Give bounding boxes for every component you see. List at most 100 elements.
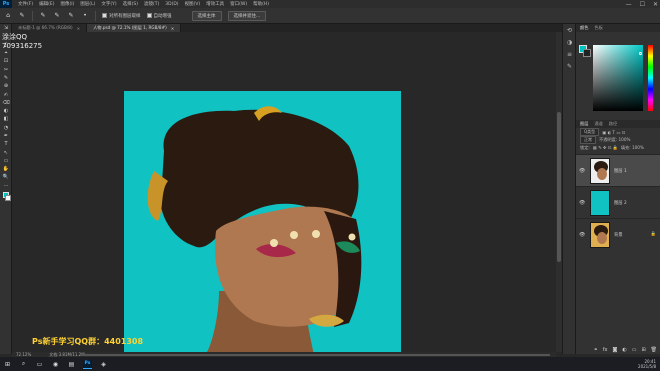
menu-help[interactable]: 帮助(H) bbox=[253, 1, 269, 7]
photoshop-taskbar-icon[interactable]: Ps bbox=[83, 359, 92, 369]
opacity-field[interactable]: 不透明度: 100% bbox=[599, 137, 630, 143]
menu-layer[interactable]: 图层(L) bbox=[80, 1, 95, 7]
brush-size-icon[interactable]: • bbox=[81, 12, 89, 20]
windows-start-icon[interactable]: ⊞ bbox=[3, 360, 12, 369]
menu-filter[interactable]: 滤镜(T) bbox=[144, 1, 159, 7]
menu-view[interactable]: 视图(V) bbox=[185, 1, 201, 7]
enhance-edge-label: 自动增强 bbox=[153, 13, 172, 19]
blend-mode-select[interactable]: 正常 bbox=[580, 136, 596, 144]
eye-icon[interactable]: 👁 bbox=[579, 232, 586, 238]
picker-cursor[interactable] bbox=[639, 52, 642, 55]
sample-all-layers-checkbox[interactable]: 对所有图层取样 bbox=[102, 13, 141, 19]
scroll-thumb[interactable] bbox=[557, 112, 561, 262]
layer-thumb-portrait bbox=[591, 158, 609, 183]
layers-panel-tabs: 图层 通道 路径 bbox=[576, 120, 660, 128]
background-color-swatch[interactable] bbox=[583, 49, 591, 57]
tab-portrait[interactable]: 人物.psd @ 72.1% (图层 1, RGB/8#) × bbox=[87, 24, 182, 32]
add-selection-icon[interactable]: ✎ bbox=[53, 12, 61, 20]
layer-filter-dropdown[interactable]: Q类型 bbox=[580, 128, 600, 136]
eye-icon[interactable]: 👁 bbox=[579, 168, 586, 174]
dodge-tool-icon[interactable]: ◔ bbox=[0, 124, 12, 132]
more-tools-icon[interactable]: ··· bbox=[0, 182, 12, 190]
lock-label: 锁定: bbox=[580, 145, 590, 150]
maximize-button[interactable]: ☐ bbox=[640, 1, 645, 8]
layer-row[interactable]: 👁 图层 1 bbox=[576, 154, 660, 186]
lock-icons[interactable]: ▦ ✎ ✥ ⊡ 🔒 bbox=[593, 145, 618, 151]
eraser-tool-icon[interactable]: ⌫ bbox=[0, 99, 12, 107]
brush-tool-icon[interactable]: ✍ bbox=[0, 90, 12, 98]
hue-slider[interactable] bbox=[648, 45, 653, 111]
browser-icon[interactable]: ◉ bbox=[51, 360, 60, 369]
app-icon[interactable]: ◈ bbox=[99, 360, 108, 369]
checkbox-box[interactable] bbox=[146, 13, 152, 18]
adjustment-layer-icon[interactable]: ◐ bbox=[622, 347, 626, 353]
menu-3d[interactable]: 3D(D) bbox=[165, 2, 178, 7]
fg-bg-colors[interactable] bbox=[579, 45, 591, 57]
gradient-tool-icon[interactable]: ◐ bbox=[0, 107, 12, 115]
filter-icons[interactable]: ▣ ◐ T ▭ ⊡ bbox=[602, 130, 625, 135]
zoom-tool-icon[interactable]: 🔍 bbox=[0, 173, 12, 181]
group-icon[interactable]: ▭ bbox=[632, 347, 637, 353]
close-icon[interactable]: × bbox=[77, 26, 81, 31]
hand-tool-icon[interactable]: ✋ bbox=[0, 165, 12, 173]
task-view-icon[interactable]: ▭ bbox=[35, 360, 44, 369]
new-layer-icon[interactable]: ⊞ bbox=[641, 347, 645, 353]
document-canvas[interactable] bbox=[124, 91, 401, 355]
quick-select-tool-icon[interactable]: ⌖ bbox=[0, 49, 12, 57]
layer-row[interactable]: 👁 图层 2 bbox=[576, 186, 660, 218]
horizontal-scrollbar[interactable] bbox=[80, 354, 550, 356]
eye-icon[interactable]: 👁 bbox=[579, 200, 586, 206]
type-tool-icon[interactable]: T bbox=[0, 140, 12, 148]
mask-icon[interactable]: ◙ bbox=[612, 347, 617, 353]
menu-type[interactable]: 文字(Y) bbox=[101, 1, 116, 7]
layer-filter-row: Q类型 ▣ ◐ T ▭ ⊡ bbox=[576, 128, 660, 136]
pen-tool-icon[interactable]: ✒ bbox=[0, 132, 12, 140]
layer-row[interactable]: 👁 背景 🔒 bbox=[576, 218, 660, 250]
select-mask-button[interactable]: 选择并遮住... bbox=[227, 10, 267, 21]
tab-untitled[interactable]: 未标题-1 @ 66.7% (RGB/8) × bbox=[12, 24, 88, 32]
link-icon[interactable]: ⚭ bbox=[594, 347, 598, 353]
clock-date[interactable]: 2021/5/8 bbox=[638, 364, 656, 369]
trash-icon[interactable]: 🗑 bbox=[651, 347, 657, 353]
watermark-number: 709316275 bbox=[2, 41, 43, 50]
layer-name[interactable]: 图层 2 bbox=[614, 200, 627, 206]
color-picker-field[interactable] bbox=[593, 45, 643, 111]
tab-layers[interactable]: 图层 bbox=[580, 121, 588, 127]
home-icon[interactable]: ⌂ bbox=[4, 12, 12, 20]
slice-tool-icon[interactable]: ✂ bbox=[0, 65, 12, 73]
menu-edit[interactable]: 编辑(E) bbox=[39, 1, 54, 7]
path-select-tool-icon[interactable]: ↖ bbox=[0, 148, 12, 156]
search-icon[interactable]: ⌕ bbox=[19, 360, 28, 369]
crop-tool-icon[interactable]: ⊡ bbox=[0, 57, 12, 65]
checkbox-box[interactable] bbox=[102, 13, 107, 18]
tab-swatches[interactable]: 色板 bbox=[594, 25, 602, 31]
new-selection-icon[interactable]: ✎ bbox=[39, 12, 47, 20]
tab-paths[interactable]: 路径 bbox=[609, 121, 617, 127]
enhance-edge-checkbox[interactable]: 自动增强 bbox=[146, 13, 172, 19]
menu-image[interactable]: 图像(I) bbox=[60, 1, 74, 7]
select-subject-button[interactable]: 选择主体 bbox=[191, 10, 222, 21]
fx-icon[interactable]: fx bbox=[603, 347, 608, 353]
close-button[interactable]: ✕ bbox=[653, 1, 658, 8]
menu-select[interactable]: 选择(S) bbox=[123, 1, 138, 7]
fill-field[interactable]: 填充: 100% bbox=[621, 145, 644, 151]
quick-select-tool-icon[interactable]: ✎ bbox=[18, 12, 26, 20]
divider bbox=[95, 10, 96, 21]
healing-brush-icon[interactable]: ⊕ bbox=[0, 82, 12, 90]
blur-tool-icon[interactable]: ◧ bbox=[0, 115, 12, 123]
menu-plugins[interactable]: 增效工具 bbox=[206, 1, 224, 7]
layer-name[interactable]: 背景 bbox=[614, 232, 623, 238]
move-tool-icon[interactable]: ⇲ bbox=[0, 24, 12, 32]
eyedropper-tool-icon[interactable]: ✎ bbox=[0, 74, 12, 82]
layer-name[interactable]: 图层 1 bbox=[614, 168, 627, 174]
background-color-swatch[interactable] bbox=[5, 194, 11, 201]
subtract-selection-icon[interactable]: ✎ bbox=[67, 12, 75, 20]
menu-file[interactable]: 文件(F) bbox=[18, 1, 33, 7]
folder-icon[interactable]: ▤ bbox=[67, 360, 76, 369]
shape-tool-icon[interactable]: ▭ bbox=[0, 157, 12, 165]
close-icon[interactable]: × bbox=[171, 26, 175, 31]
menu-window[interactable]: 窗口(W) bbox=[230, 1, 247, 7]
tab-color[interactable]: 颜色 bbox=[580, 25, 588, 31]
tab-channels[interactable]: 通道 bbox=[594, 121, 602, 127]
minimize-button[interactable]: — bbox=[626, 1, 632, 8]
